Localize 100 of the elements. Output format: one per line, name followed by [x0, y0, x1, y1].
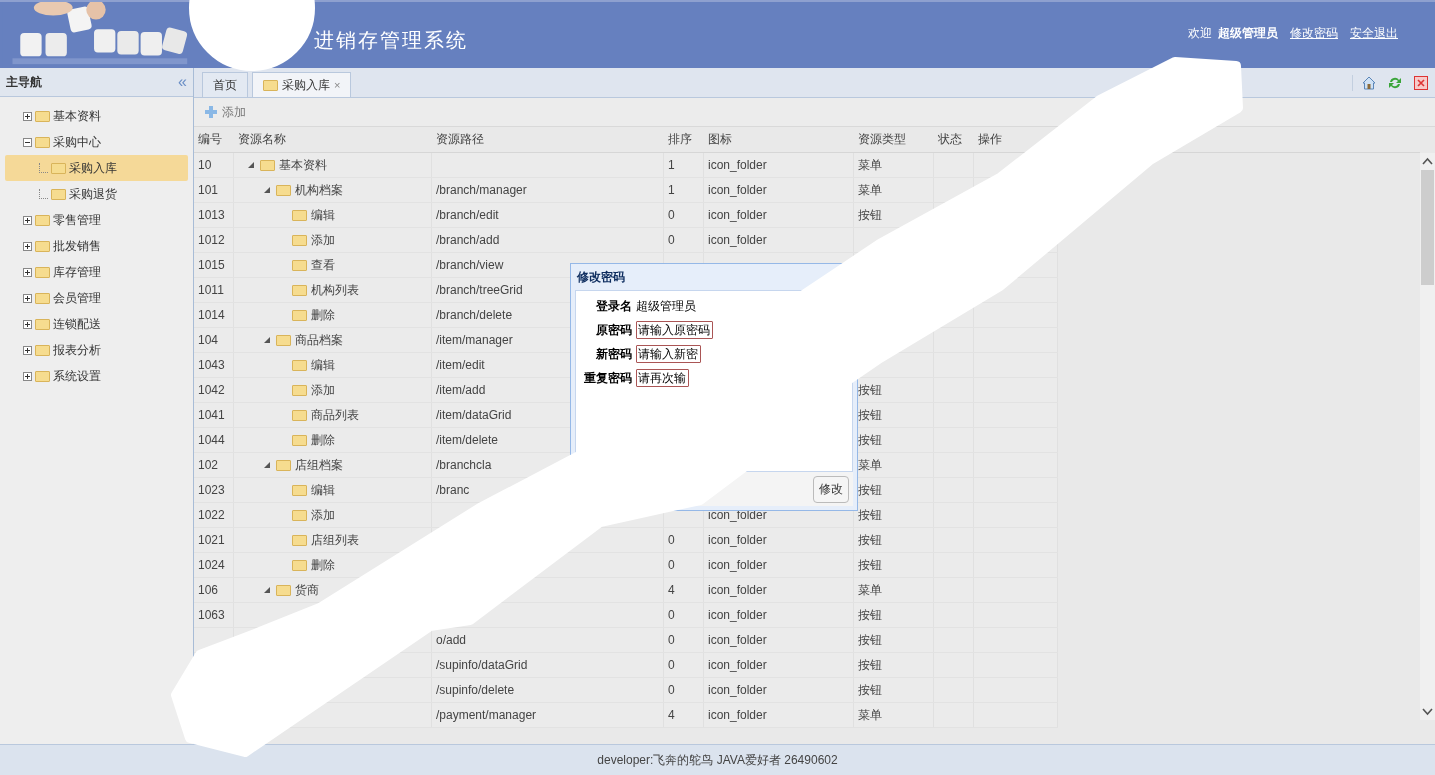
table-cell: icon_folder [708, 658, 767, 672]
table-cell: 按钮 [858, 631, 882, 649]
table-cell: icon_folder [708, 683, 767, 697]
table-cell: 101 [198, 183, 219, 197]
table-cell: icon_folder [708, 558, 767, 572]
table-cell: /branchcla [436, 458, 492, 472]
table-cell: 菜单 [858, 581, 882, 599]
nav-item[interactable]: 会员管理 [5, 285, 188, 311]
column-header[interactable]: 图标 [708, 131, 732, 148]
field-label: 新密码 [595, 345, 632, 363]
column-header[interactable]: 资源类型 [858, 131, 906, 148]
table-cell: /supinfo/dataGrid [436, 658, 528, 672]
user-name: 超级管理员 [1218, 25, 1278, 42]
column-header[interactable]: 编号 [198, 131, 222, 148]
header-link[interactable]: 修改密码 [1290, 25, 1338, 42]
table-cell: /supinfo/delete [436, 683, 515, 697]
table-cell: /item/delete [436, 433, 499, 447]
footer-text: developer:飞奔的鸵鸟 JAVA爱好者 26490602 [597, 751, 838, 769]
table-cell: 1021 [198, 533, 225, 547]
table-cell: 商品档案 [295, 331, 343, 349]
table-cell: o/add [436, 633, 467, 647]
nav-item[interactable]: 零售管理 [5, 207, 188, 233]
table-cell: 店组档案 [295, 456, 343, 474]
table-cell: /branch/view [436, 258, 504, 272]
table-cell: 1 [668, 183, 675, 197]
table-cell: 1041 [198, 408, 225, 422]
column-header[interactable]: 资源路径 [436, 131, 484, 148]
table-cell: /item/dataGrid [436, 408, 512, 422]
table-cell: 1043 [198, 358, 225, 372]
table-cell: 按钮 [858, 431, 882, 449]
table-cell: 添加 [311, 381, 335, 399]
field-label: 原密码 [595, 321, 632, 339]
table-cell: /item/add [436, 383, 486, 397]
table-cell: icon_folder [708, 583, 767, 597]
table-cell: 按钮 [858, 506, 882, 524]
column-header[interactable]: 操作 [978, 131, 1002, 148]
nav-item[interactable]: 连锁配送 [5, 311, 188, 337]
field-label: 登录名 [595, 297, 632, 315]
table-cell: 添加 [311, 506, 335, 524]
table-cell: 按钮 [858, 206, 882, 224]
table-cell: 1022 [198, 508, 225, 522]
table-cell: 1012 [198, 233, 225, 247]
field-label: 重复密码 [583, 369, 632, 387]
nav-item[interactable]: 报表分析 [5, 337, 188, 363]
nav-item[interactable]: 系统设置 [5, 363, 188, 389]
nav-item[interactable]: 批发销售 [5, 233, 188, 259]
password-field[interactable]: 请输入原密码 [636, 321, 713, 339]
table-cell: 机构列表 [311, 281, 359, 299]
header-link[interactable]: 安全退出 [1350, 25, 1398, 42]
table-cell: 机构档案 [295, 181, 343, 199]
table-cell: 按钮 [858, 381, 882, 399]
table-cell: 0 [668, 208, 675, 222]
nav-item[interactable]: 基本资料 [5, 103, 188, 129]
tab[interactable]: 采购入库 × [252, 72, 352, 97]
table-cell: 按钮 [858, 531, 882, 549]
table-cell: 按钮 [858, 406, 882, 424]
table-cell: 货商 [295, 581, 319, 599]
dialog-title: 修改密码 [576, 268, 626, 286]
tab[interactable]: 首页 [202, 72, 248, 97]
table-cell: 1063 [198, 608, 225, 622]
nav-item[interactable]: 库存管理 [5, 259, 188, 285]
table-cell: icon_folder [708, 708, 767, 722]
table-cell: 菜单 [858, 706, 882, 724]
table-cell: 菜单 [858, 456, 882, 474]
table-cell: 添加 [311, 231, 335, 249]
table-cell: 删除 [311, 556, 335, 574]
nav-item[interactable]: 采购中心 [5, 129, 188, 155]
nav-item[interactable]: 采购入库 [5, 155, 188, 181]
table-cell: 按钮 [858, 656, 882, 674]
table-cell: 10 [198, 158, 212, 172]
table-cell: 菜单 [858, 181, 882, 199]
table-cell: 1024 [198, 558, 225, 572]
table-cell: /branch/edit [436, 208, 499, 222]
table-cell: 102 [198, 458, 219, 472]
table-cell: 查看 [311, 256, 335, 274]
column-header[interactable]: 排序 [668, 131, 692, 148]
table-cell: /branch/delete [436, 308, 513, 322]
table-cell: /item/edit [436, 358, 485, 372]
table-cell: 106 [198, 583, 219, 597]
table-cell: icon_folder [708, 608, 767, 622]
table-cell: 0 [668, 533, 675, 547]
table-cell: 1023 [198, 483, 225, 497]
nav-item[interactable]: 采购退货 [5, 181, 188, 207]
table-cell: 删除 [311, 306, 335, 324]
table-cell: /branc [436, 483, 470, 497]
column-header[interactable]: 状态 [938, 131, 962, 148]
submit-button[interactable]: 修改 [813, 475, 849, 503]
password-field[interactable]: 请再次输 [636, 369, 689, 387]
column-header[interactable]: 资源名称 [238, 131, 286, 148]
table-cell: 0 [668, 233, 675, 247]
password-field[interactable]: 请输入新密 [636, 345, 701, 363]
welcome-text: 欢迎 [1188, 25, 1212, 42]
table-cell: 店组列表 [311, 531, 359, 549]
table-cell: /branch/treeGrid [436, 283, 523, 297]
table-cell: icon_folder [708, 533, 767, 547]
table-cell: 1011 [198, 283, 224, 297]
table-cell: 0 [668, 558, 675, 572]
table-cell: 基本资料 [279, 156, 327, 174]
add-button[interactable]: 添加 [204, 101, 246, 123]
table-cell: 1013 [198, 208, 225, 222]
